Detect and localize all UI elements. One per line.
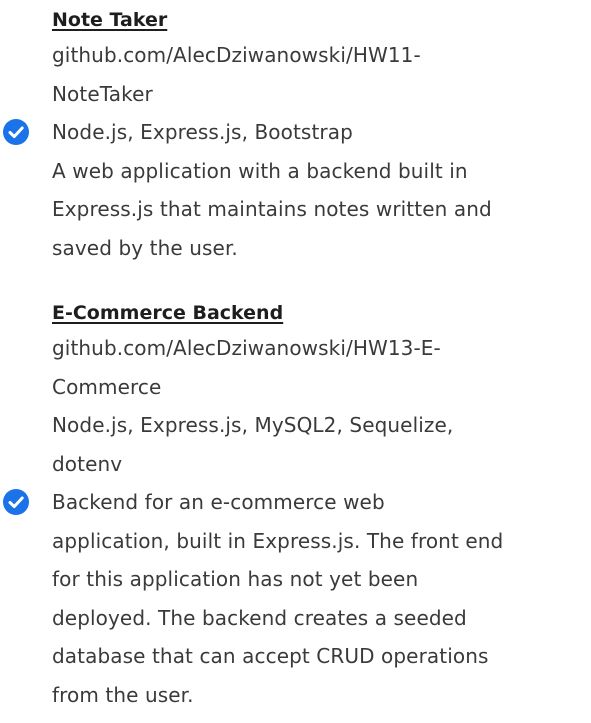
project-repo-url-continued: Commerce bbox=[52, 374, 162, 399]
project-tech-stack: Node.js, Express.js, Bootstrap bbox=[3, 113, 585, 152]
project-description-line: A web application with a backend built i… bbox=[52, 158, 468, 183]
project-description-line: Express.js that maintains notes written … bbox=[52, 197, 492, 221]
project-description-line: deployed. The backend creates a seeded bbox=[52, 605, 467, 630]
project-e-commerce-backend: E-Commerce Backend github.com/AlecDziwan… bbox=[0, 297, 591, 714]
project-repo-url-continued: NoteTaker bbox=[52, 81, 153, 106]
check-circle-icon bbox=[2, 488, 30, 516]
project-title-link[interactable]: E-Commerce Backend bbox=[52, 297, 585, 329]
project-description-line: from the user. bbox=[52, 682, 194, 707]
portfolio-projects-section: Note Taker github.com/AlecDziwanowski/HW… bbox=[0, 0, 591, 723]
project-tech-stack: Node.js, Express.js, MySQL2, Sequelize, bbox=[52, 413, 454, 437]
project-description-line: for this application has not yet been bbox=[52, 567, 419, 591]
project-description-line: saved by the user. bbox=[52, 235, 238, 260]
project-tech-stack-text: Node.js, Express.js, Bootstrap bbox=[52, 120, 353, 144]
project-repo-url: github.com/AlecDziwanowski/HW11- bbox=[52, 43, 421, 67]
project-title-link[interactable]: Note Taker bbox=[52, 4, 585, 36]
project-note-taker: Note Taker github.com/AlecDziwanowski/HW… bbox=[0, 4, 591, 267]
project-description-line: application, built in Express.js. The fr… bbox=[52, 528, 504, 553]
project-tech-stack-continued: dotenv bbox=[52, 451, 123, 476]
project-repo-url: github.com/AlecDziwanowski/HW13-E- bbox=[52, 336, 441, 360]
project-description-line: Backend for an e-commerce web bbox=[3, 483, 585, 522]
project-description-text: Backend for an e-commerce web bbox=[52, 490, 385, 514]
check-circle-icon bbox=[2, 118, 30, 146]
project-description-line: database that can accept CRUD operations bbox=[52, 644, 489, 668]
